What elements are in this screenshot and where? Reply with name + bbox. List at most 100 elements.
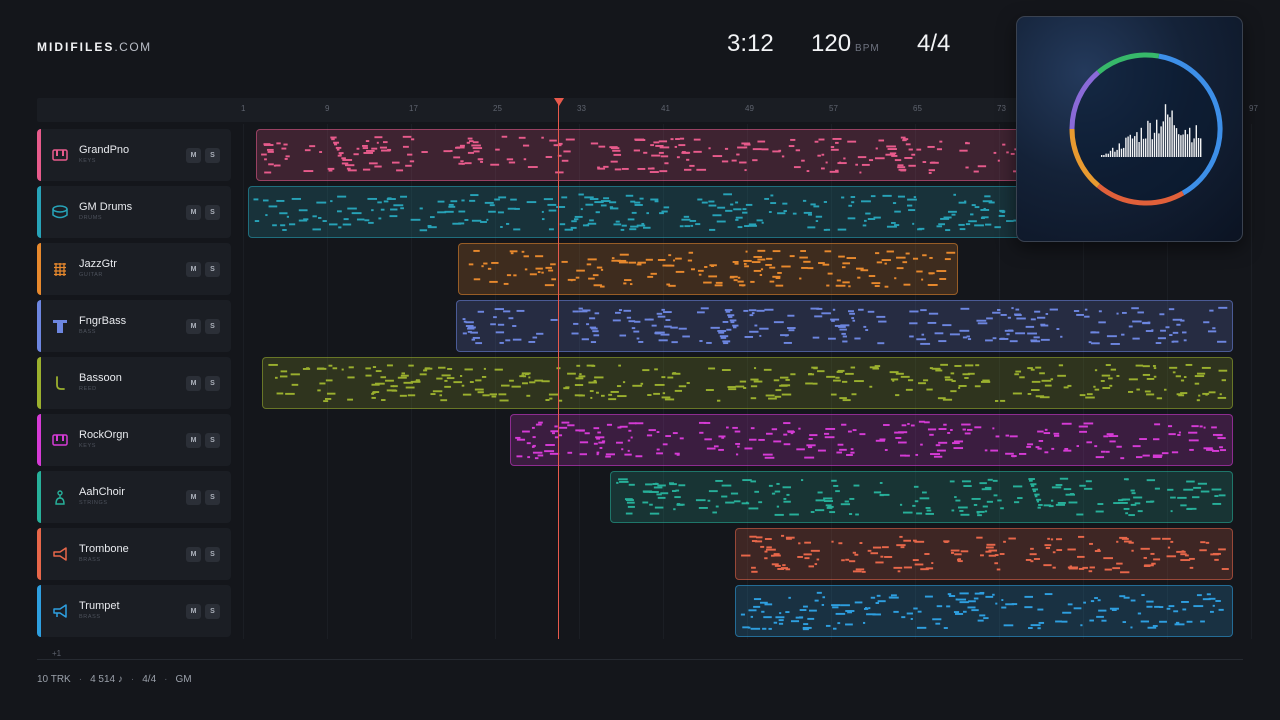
brand-logo: MIDIFILES.COM [37,40,152,54]
track-category: REED [79,386,97,392]
mute-button[interactable]: M [186,547,201,562]
ruler-tick-label: 41 [661,104,670,113]
track-category: BRASS [79,614,101,620]
track-header[interactable]: Trombone BRASS M S [37,528,231,580]
ruler-tick-label: 25 [493,104,502,113]
trumpet-icon [52,603,68,619]
ruler-tick-label: 65 [913,104,922,113]
clip-notes [462,306,1228,345]
solo-button[interactable]: S [205,547,220,562]
track-header[interactable]: JazzGtr GUITAR M S [37,243,231,295]
brand-tld: .COM [114,40,152,54]
track-category: KEYS [79,443,97,449]
solo-button[interactable]: S [205,490,220,505]
guitar-icon [52,261,68,277]
track-clip[interactable] [456,300,1233,352]
solo-button[interactable]: S [205,148,220,163]
note-count: 4 514 ♪ [90,674,123,685]
clip-notes [616,477,1226,517]
mute-button[interactable]: M [186,205,201,220]
clip-notes [740,591,1224,631]
track-header[interactable]: FngrBass BASS M S [37,300,231,352]
mute-button[interactable]: M [186,148,201,163]
track-header[interactable]: Trumpet BRASS M S [37,585,231,637]
trombone-icon [52,546,68,562]
track-name: GrandPno [79,144,130,156]
tempo-unit: BPM [855,43,880,54]
mute-button[interactable]: M [186,490,201,505]
status-bar: 10 TRK · 4 514 ♪ · 4/4 · GM [37,674,192,685]
mute-button[interactable]: M [186,604,201,619]
ruler-tick-label: 17 [409,104,418,113]
visualizer-graphic [1069,52,1223,206]
solo-button[interactable]: S [205,262,220,277]
track-name: JazzGtr [79,258,117,270]
track-category: STRINGS [79,500,108,506]
ruler-tick-label: 49 [745,104,754,113]
track-header[interactable]: AahChoir STRINGS M S [37,471,231,523]
track-color-bar [37,129,41,181]
solo-button[interactable]: S [205,376,220,391]
clip-notes [268,363,1228,403]
track-header[interactable]: GrandPno KEYS M S [37,129,231,181]
track-name: GM Drums [79,201,133,213]
time-signature: 4/4 [917,30,951,57]
track-header[interactable]: Bassoon REED M S [37,357,231,409]
track-clip[interactable] [610,471,1233,523]
track-color-bar [37,300,41,352]
mute-button[interactable]: M [186,376,201,391]
choir-icon [52,489,68,505]
track-color-bar [37,528,41,580]
track-clip[interactable] [510,414,1233,466]
clip-notes [261,135,1113,174]
tempo-readout: 120 BPM [811,30,880,58]
clip-notes [741,534,1229,574]
track-clip[interactable] [262,357,1233,409]
track-color-bar [37,414,41,466]
track-header[interactable]: GM Drums DRUMS M S [37,186,231,238]
track-name: Trumpet [79,600,120,612]
track-count: 10 TRK [37,674,71,685]
mute-button[interactable]: M [186,262,201,277]
track-name: Trombone [79,543,129,555]
clip-notes [515,420,1227,460]
track-name: AahChoir [79,486,125,498]
track-category: GUITAR [79,272,103,278]
track-color-bar [37,243,41,295]
track-color-bar [37,357,41,409]
track-header[interactable]: RockOrgn KEYS M S [37,414,231,466]
tempo-value: 120 [811,30,852,57]
track-category: BRASS [79,557,101,563]
track-clip[interactable] [458,243,958,295]
solo-button[interactable]: S [205,205,220,220]
track-color-bar [37,186,41,238]
track-clip[interactable] [735,585,1233,637]
ruler-tick-label: 57 [829,104,838,113]
bar-grid-line [1251,124,1252,639]
organ-icon [52,432,68,448]
footer-divider [37,659,1243,660]
track-color-bar [37,471,41,523]
ruler-tick-label: 97 [1249,104,1258,113]
mute-button[interactable]: M [186,319,201,334]
track-clip[interactable] [248,186,1130,238]
mute-button[interactable]: M [186,433,201,448]
track-category: KEYS [79,158,97,164]
bass-icon [52,318,68,334]
more-tracks-indicator[interactable]: +1 [52,649,61,658]
track-name: RockOrgn [79,429,129,441]
solo-button[interactable]: S [205,433,220,448]
track-clip[interactable] [735,528,1233,580]
solo-button[interactable]: S [205,604,220,619]
ruler-tick-label: 73 [997,104,1006,113]
audio-visualizer [1016,16,1243,242]
ruler-tick-label: 9 [325,104,330,113]
playhead-handle[interactable] [554,98,564,106]
brand-name: MIDIFILES [37,40,115,54]
playback-time: 3:12 [727,30,774,57]
solo-button[interactable]: S [205,319,220,334]
track-clip[interactable] [256,129,1120,181]
playhead[interactable] [558,104,559,639]
clip-notes [253,193,1124,232]
track-name: FngrBass [79,315,127,327]
